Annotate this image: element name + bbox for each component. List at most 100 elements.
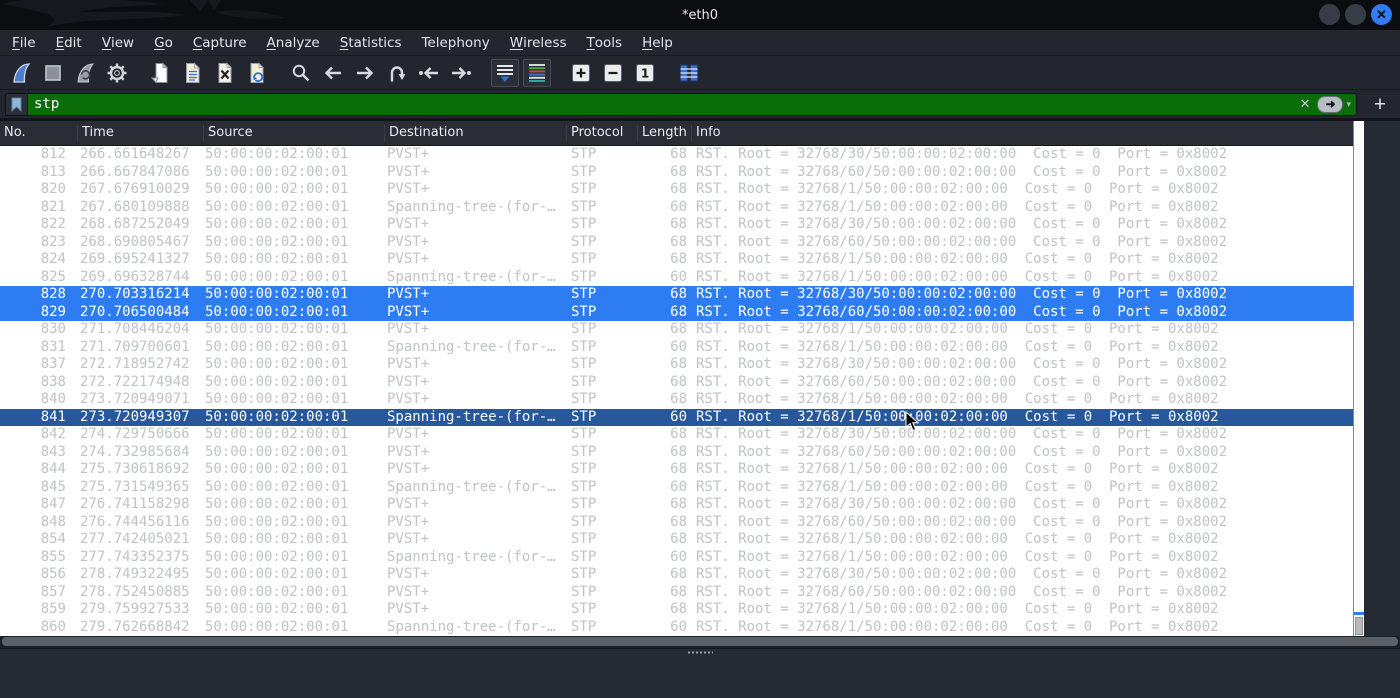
packet-row-857[interactable]: 857 278.752450885 50:00:00:02:00:01 PVST+ ST… — [0, 584, 1353, 602]
maximize-button[interactable] — [1345, 4, 1366, 25]
packet-row-842[interactable]: 842 274.729750666 50:00:00:02:00:01 PVST+ ST… — [0, 426, 1353, 444]
packet-row-820[interactable]: 820 267.676910029 50:00:00:02:00:01 PVST+ ST… — [0, 181, 1353, 199]
packet-row-825[interactable]: 825 269.696328744 50:00:00:02:00:01 Spannin… — [0, 269, 1353, 287]
menu-wireless[interactable]: Wireless — [500, 30, 577, 55]
capture-options-button[interactable] — [103, 59, 131, 87]
menu-help[interactable]: Help — [632, 30, 683, 55]
packet-row-843[interactable]: 843 274.732985684 50:00:00:02:00:01 PVST+ ST… — [0, 444, 1353, 462]
packet-row-828[interactable]: 828 270.703316214 50:00:00:02:00:01 PVST+ ST… — [0, 286, 1353, 304]
column-header-info[interactable]: Info — [692, 125, 1353, 141]
display-filter-input[interactable] — [28, 96, 1293, 112]
vertical-scrollbar[interactable] — [1353, 121, 1364, 636]
menu-bar: File Edit View Go Capture Analyze Statistics Te… — [0, 30, 1400, 56]
filter-apply-button[interactable]: ➜ — [1317, 95, 1344, 113]
auto-scroll-button[interactable] — [491, 58, 519, 87]
column-header-time[interactable]: Time — [78, 125, 204, 141]
menu-analyze[interactable]: Analyze — [257, 30, 330, 55]
cell-info: RST. Root = 32768/1/50:00:00:02:00:00 Co… — [696, 478, 1219, 495]
column-header-destination[interactable]: Destination — [385, 125, 567, 141]
menu-file[interactable]: File — [2, 30, 46, 55]
packet-row-847[interactable]: 847 276.741158298 50:00:00:02:00:01 PVST+ ST… — [0, 496, 1353, 514]
save-file-button[interactable] — [179, 59, 207, 87]
packet-row-860[interactable]: 860 279.762668842 50:00:00:02:00:01 Spannin… — [0, 619, 1353, 637]
resize-columns-button[interactable] — [675, 59, 703, 87]
packet-row-856[interactable]: 856 278.749322495 50:00:00:02:00:01 PVST+ ST… — [0, 566, 1353, 584]
filter-bookmark-button[interactable] — [6, 93, 28, 115]
zoom-out-button[interactable] — [599, 59, 627, 87]
packet-row-831[interactable]: 831 271.709700601 50:00:00:02:00:01 Spannin… — [0, 339, 1353, 357]
splitter-handle-icon — [687, 651, 713, 654]
column-header-protocol[interactable]: Protocol — [567, 125, 638, 141]
column-header-no[interactable]: No. — [0, 125, 78, 141]
menu-statistics[interactable]: Statistics — [330, 30, 412, 55]
cell-time: 277.743352375 — [80, 548, 190, 565]
restart-capture-button[interactable] — [71, 59, 99, 87]
cell-source: 50:00:00:02:00:01 — [205, 426, 349, 442]
menu-capture[interactable]: Capture — [183, 30, 257, 55]
cell-no: 845 — [40, 478, 66, 495]
packet-row-829[interactable]: 829 270.706500484 50:00:00:02:00:01 PVST+ ST… — [0, 303, 1353, 321]
packet-row-830[interactable]: 830 271.708446204 50:00:00:02:00:01 PVST+ ST… — [0, 321, 1353, 339]
find-packet-button[interactable] — [287, 59, 315, 87]
column-header-source[interactable]: Source — [204, 125, 385, 141]
menu-telephony[interactable]: Telephony — [411, 30, 499, 55]
packet-row-844[interactable]: 844 275.730618692 50:00:00:02:00:01 PVST+ ST… — [0, 461, 1353, 479]
first-packet-button[interactable] — [415, 59, 443, 87]
packet-row-840[interactable]: 840 273.720949071 50:00:00:02:00:01 PVST+ ST… — [0, 391, 1353, 409]
filter-clear-button[interactable]: ✕ — [1293, 96, 1318, 112]
zoom-in-button[interactable] — [567, 59, 595, 87]
cell-source: 50:00:00:02:00:01 — [205, 373, 349, 390]
go-forward-button[interactable] — [351, 59, 379, 87]
open-file-button[interactable] — [147, 59, 175, 87]
close-file-button[interactable] — [211, 59, 239, 87]
packet-row-855[interactable]: 855 277.743352375 50:00:00:02:00:01 Spannin… — [0, 549, 1353, 567]
last-packet-button[interactable] — [447, 59, 475, 87]
packet-row-813[interactable]: 813 266.667847086 50:00:00:02:00:01 PVST+ ST… — [0, 164, 1353, 182]
cell-no: 831 — [40, 338, 66, 355]
list-down-arrow-icon — [494, 62, 516, 84]
stop-capture-button[interactable] — [39, 59, 67, 87]
column-header-length[interactable]: Length — [638, 125, 692, 141]
packet-row-838[interactable]: 838 272.722174948 50:00:00:02:00:01 PVST+ ST… — [0, 374, 1353, 392]
packet-row-821[interactable]: 821 267.680109888 50:00:00:02:00:01 Spannin… — [0, 199, 1353, 217]
packet-row-822[interactable]: 822 268.687252049 50:00:00:02:00:01 PVST+ ST… — [0, 216, 1353, 234]
cell-source: 50:00:00:02:00:01 — [205, 496, 349, 512]
close-button[interactable]: ✕ — [1371, 4, 1392, 25]
cell-time: 275.730618692 — [80, 461, 190, 477]
horizontal-scrollbar-thumb[interactable] — [2, 637, 1398, 646]
cell-source: 50:00:00:02:00:01 — [205, 251, 349, 267]
colorize-button[interactable] — [523, 58, 551, 87]
horizontal-scrollbar[interactable] — [0, 636, 1400, 648]
menu-view[interactable]: View — [92, 30, 144, 55]
cell-time: 274.729750666 — [80, 426, 190, 442]
cell-destination: PVST+ — [387, 426, 430, 442]
minimize-button[interactable] — [1319, 4, 1340, 25]
menu-edit[interactable]: Edit — [46, 30, 92, 55]
title-bar[interactable]: *eth0 ✕ — [0, 0, 1400, 30]
packet-row-848[interactable]: 848 276.744456116 50:00:00:02:00:01 PVST+ ST… — [0, 514, 1353, 532]
menu-go[interactable]: Go — [144, 30, 183, 55]
packet-row-841[interactable]: 841 273.720949307 50:00:00:02:00:01 Spannin… — [0, 408, 1353, 426]
reload-file-button[interactable] — [243, 59, 271, 87]
pane-splitter[interactable] — [0, 648, 1400, 656]
menu-tools[interactable]: Tools — [577, 30, 633, 55]
cell-time: 276.741158298 — [80, 496, 190, 512]
packet-row-859[interactable]: 859 279.759927533 50:00:00:02:00:01 PVST+ ST… — [0, 601, 1353, 619]
go-back-button[interactable] — [319, 59, 347, 87]
go-to-packet-button[interactable] — [383, 59, 411, 87]
vertical-scrollbar-thumb[interactable] — [1355, 617, 1363, 635]
add-filter-button[interactable]: + — [1365, 94, 1395, 115]
packet-row-854[interactable]: 854 277.742405021 50:00:00:02:00:01 PVST+ ST… — [0, 531, 1353, 549]
packet-row-837[interactable]: 837 272.718952742 50:00:00:02:00:01 PVST+ ST… — [0, 356, 1353, 374]
start-capture-button[interactable] — [7, 59, 35, 87]
normal-size-button[interactable]: 1 — [631, 59, 659, 87]
packet-row-823[interactable]: 823 268.690805467 50:00:00:02:00:01 PVST+ ST… — [0, 234, 1353, 252]
filter-dropdown-button[interactable]: ▾ — [1344, 99, 1356, 110]
cell-destination: PVST+ — [387, 583, 430, 600]
cell-no: 841 — [40, 408, 66, 425]
packet-row-845[interactable]: 845 275.731549365 50:00:00:02:00:01 Spannin… — [0, 479, 1353, 497]
packet-row-812[interactable]: 812 266.661648267 50:00:00:02:00:01 PVST+ ST… — [0, 146, 1353, 164]
cell-info: RST. Root = 32768/1/50:00:00:02:00:00 Co… — [696, 618, 1219, 635]
packet-row-824[interactable]: 824 269.695241327 50:00:00:02:00:01 PVST+ ST… — [0, 251, 1353, 269]
display-filter-field[interactable]: ✕ ➜ ▾ — [5, 92, 1357, 116]
